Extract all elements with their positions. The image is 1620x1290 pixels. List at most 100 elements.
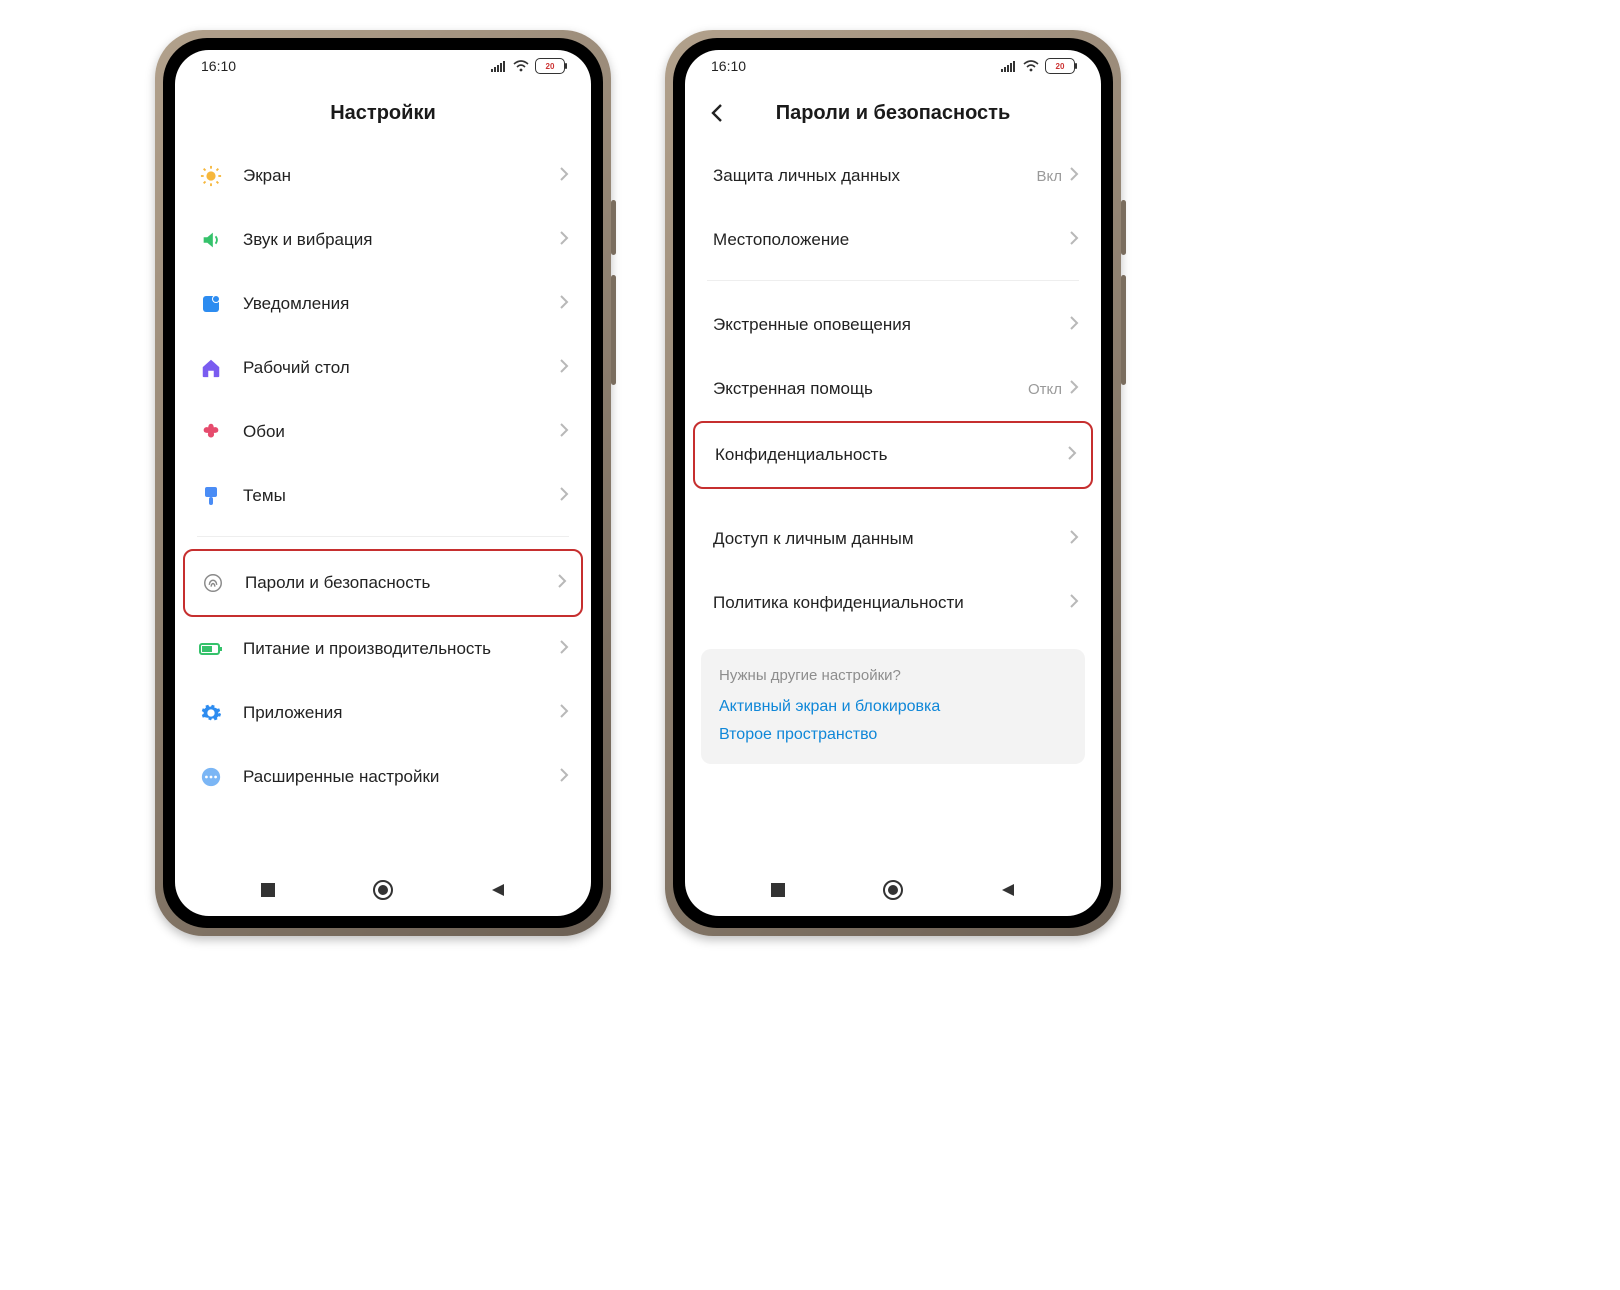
settings-row-display[interactable]: Экран — [175, 144, 591, 208]
suggestion-link-lockscreen[interactable]: Активный экран и блокировка — [719, 698, 1067, 716]
status-bar: 16:10 20 — [685, 50, 1101, 82]
row-label: Политика конфиденциальности — [713, 593, 1070, 613]
row-personal-data-access[interactable]: Доступ к личным данным — [685, 507, 1101, 571]
settings-row-security[interactable]: Пароли и безопасность — [183, 549, 583, 617]
row-label: Расширенные настройки — [243, 767, 560, 787]
row-confidentiality[interactable]: Конфиденциальность — [693, 421, 1093, 489]
brush-icon — [197, 482, 225, 510]
chevron-right-icon — [560, 423, 569, 442]
row-label: Рабочий стол — [243, 358, 560, 378]
chevron-right-icon — [1070, 380, 1079, 399]
home-icon — [197, 354, 225, 382]
suggestions-question: Нужны другие настройки? — [719, 667, 1067, 684]
flower-icon — [197, 418, 225, 446]
settings-row-wallpaper[interactable]: Обои — [175, 400, 591, 464]
suggestions-card: Нужны другие настройки? Активный экран и… — [701, 649, 1085, 764]
chevron-right-icon — [560, 640, 569, 659]
sun-icon — [197, 162, 225, 190]
chevron-right-icon — [560, 359, 569, 378]
security-list: Защита личных данных Вкл Местоположение … — [685, 144, 1101, 864]
gear-icon — [197, 699, 225, 727]
row-label: Обои — [243, 422, 560, 442]
nav-back-button[interactable] — [986, 868, 1030, 912]
nav-recent-button[interactable] — [246, 868, 290, 912]
row-label: Питание и производительность — [243, 639, 560, 659]
speaker-icon — [197, 226, 225, 254]
row-location[interactable]: Местоположение — [685, 208, 1101, 272]
row-label: Защита личных данных — [713, 166, 1037, 186]
status-time: 16:10 — [711, 58, 746, 74]
back-button[interactable] — [703, 99, 731, 127]
battery-icon — [197, 635, 225, 663]
page-header: Пароли и безопасность — [685, 82, 1101, 144]
row-label: Уведомления — [243, 294, 560, 314]
page-title: Настройки — [330, 102, 436, 125]
wifi-icon — [1023, 60, 1039, 72]
nav-bar — [685, 864, 1101, 916]
nav-back-button[interactable] — [476, 868, 520, 912]
suggestion-link-second-space[interactable]: Второе пространство — [719, 726, 1067, 744]
row-label: Конфиденциальность — [715, 445, 1068, 465]
phone-mockup-left: 16:10 20 Настройки Экран — [155, 30, 611, 936]
wifi-icon — [513, 60, 529, 72]
nav-recent-button[interactable] — [756, 868, 800, 912]
chevron-right-icon — [560, 231, 569, 250]
chevron-right-icon — [1070, 530, 1079, 549]
phone-side-button — [1121, 275, 1126, 385]
settings-row-sound[interactable]: Звук и вибрация — [175, 208, 591, 272]
phone-side-button — [611, 275, 616, 385]
row-emergency-alerts[interactable]: Экстренные оповещения — [685, 293, 1101, 357]
notification-icon — [197, 290, 225, 318]
battery-icon: 20 — [1045, 58, 1075, 74]
row-label: Экстренные оповещения — [713, 315, 1070, 335]
row-privacy-policy[interactable]: Политика конфиденциальности — [685, 571, 1101, 635]
chevron-right-icon — [558, 574, 567, 593]
settings-list: Экран Звук и вибрация Уведомления — [175, 144, 591, 864]
settings-row-battery[interactable]: Питание и производительность — [175, 617, 591, 681]
row-privacy-protection[interactable]: Защита личных данных Вкл — [685, 144, 1101, 208]
row-emergency-sos[interactable]: Экстренная помощь Откл — [685, 357, 1101, 421]
nav-bar — [175, 864, 591, 916]
chevron-right-icon — [1070, 594, 1079, 613]
divider — [197, 536, 569, 537]
more-icon — [197, 763, 225, 791]
phone-side-button — [611, 200, 616, 255]
row-value: Откл — [1028, 381, 1062, 398]
chevron-right-icon — [1070, 231, 1079, 250]
row-label: Звук и вибрация — [243, 230, 560, 250]
row-label: Приложения — [243, 703, 560, 723]
chevron-right-icon — [560, 487, 569, 506]
phone-side-button — [1121, 200, 1126, 255]
spacer — [685, 489, 1101, 507]
chevron-right-icon — [560, 704, 569, 723]
status-bar: 16:10 20 — [175, 50, 591, 82]
phone-mockup-right: 16:10 20 Пароли и безопасность Защита ли… — [665, 30, 1121, 936]
nav-home-button[interactable] — [361, 868, 405, 912]
signal-icon — [491, 60, 507, 72]
row-label: Экран — [243, 166, 560, 186]
fingerprint-icon — [199, 569, 227, 597]
nav-home-button[interactable] — [871, 868, 915, 912]
signal-icon — [1001, 60, 1017, 72]
settings-row-advanced[interactable]: Расширенные настройки — [175, 745, 591, 809]
battery-icon: 20 — [535, 58, 565, 74]
row-label: Местоположение — [713, 230, 1070, 250]
chevron-right-icon — [1070, 316, 1079, 335]
status-time: 16:10 — [201, 58, 236, 74]
chevron-right-icon — [560, 768, 569, 787]
row-value: Вкл — [1037, 168, 1063, 185]
row-label: Экстренная помощь — [713, 379, 1028, 399]
settings-row-apps[interactable]: Приложения — [175, 681, 591, 745]
chevron-right-icon — [560, 167, 569, 186]
chevron-right-icon — [1068, 446, 1077, 465]
row-label: Пароли и безопасность — [245, 573, 558, 593]
page-title: Пароли и безопасность — [776, 102, 1011, 125]
settings-row-themes[interactable]: Темы — [175, 464, 591, 528]
settings-row-home[interactable]: Рабочий стол — [175, 336, 591, 400]
chevron-right-icon — [1070, 167, 1079, 186]
page-header: Настройки — [175, 82, 591, 144]
settings-row-notifications[interactable]: Уведомления — [175, 272, 591, 336]
row-label: Доступ к личным данным — [713, 529, 1070, 549]
divider — [707, 280, 1079, 281]
row-label: Темы — [243, 486, 560, 506]
